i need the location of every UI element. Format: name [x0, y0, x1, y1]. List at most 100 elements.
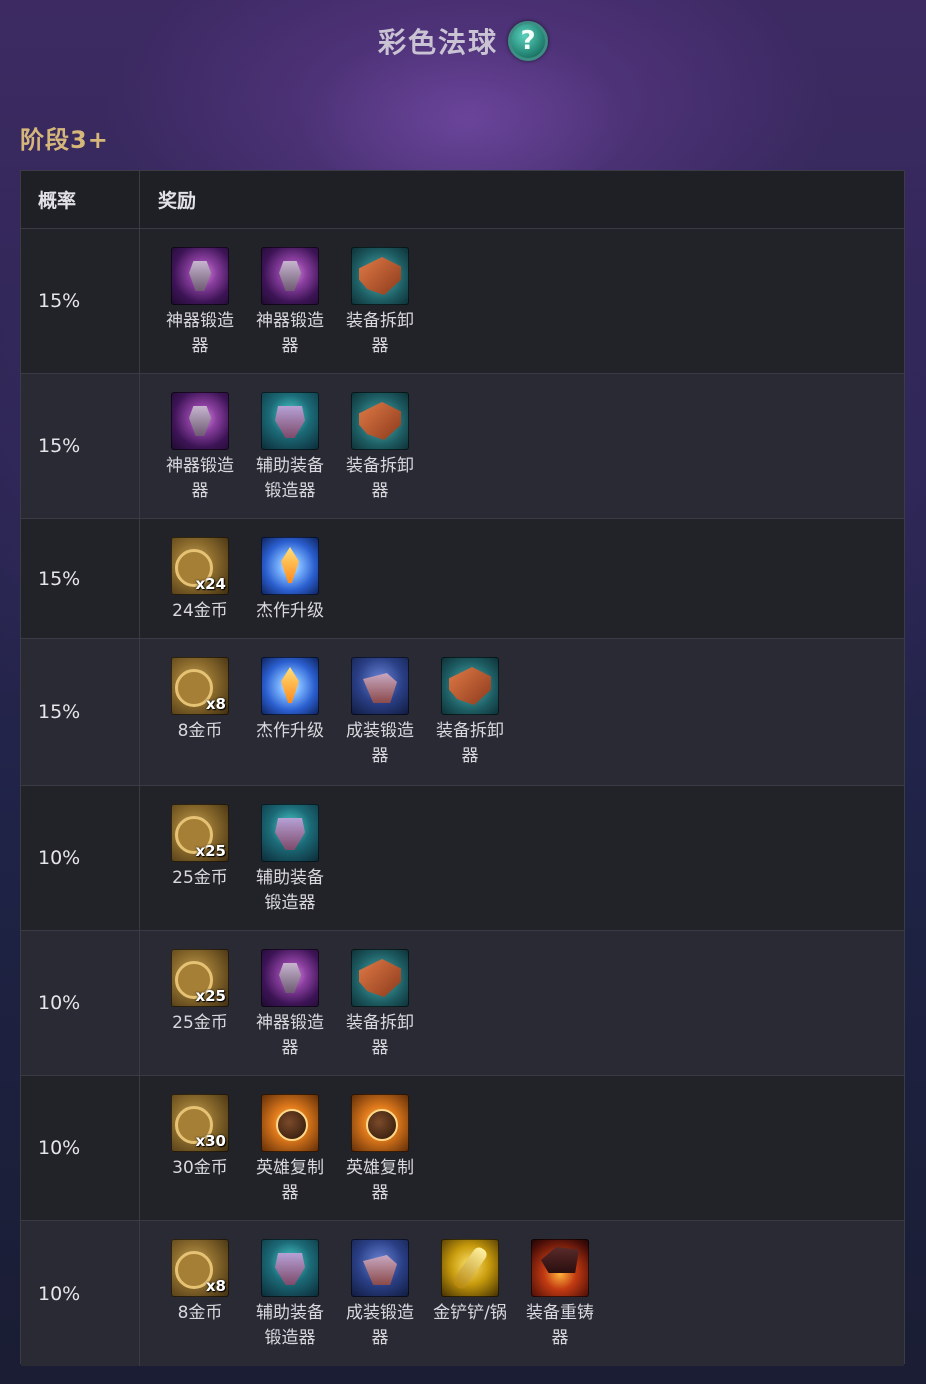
gold-coins-icon[interactable]: x24 — [171, 537, 229, 595]
reward-item[interactable]: 辅助装备 锻造器 — [245, 804, 335, 916]
reward-item[interactable]: x25 25金币 — [155, 804, 245, 891]
artifact-anvil-icon[interactable] — [171, 392, 229, 450]
reward-label: 神器锻造 器 — [256, 311, 324, 356]
gold-coins-icon[interactable]: x30 — [171, 1094, 229, 1152]
rate-cell: 15% — [21, 374, 140, 518]
item-remover-icon[interactable] — [441, 657, 499, 715]
support-anvil-icon[interactable] — [261, 1239, 319, 1297]
reward-item[interactable]: 金铲铲/锅 — [425, 1239, 515, 1326]
reward-label: 装备拆卸 器 — [346, 1013, 414, 1058]
reward-label: 神器锻造 器 — [166, 311, 234, 356]
reward-label: 30金币 — [172, 1158, 228, 1178]
reward-item[interactable]: x30 30金币 — [155, 1094, 245, 1181]
header-reward: 奖励 — [158, 190, 197, 212]
rate-cell: 10% — [21, 1076, 140, 1220]
reward-cell: x24 24金币 杰作升级 — [140, 519, 904, 638]
reward-label: 装备拆卸 器 — [346, 311, 414, 356]
reward-label: 25金币 — [172, 1013, 228, 1033]
reward-item[interactable]: 神器锻造 器 — [155, 392, 245, 504]
reward-item[interactable]: 神器锻造 器 — [155, 247, 245, 359]
masterwork-upgrade-icon[interactable] — [261, 537, 319, 595]
reward-cell: 神器锻造 器辅助装备 锻造器 装备拆卸 器 — [140, 374, 904, 518]
item-remover-icon[interactable] — [351, 949, 409, 1007]
table-body: 15% 神器锻造 器神器锻造 器装备拆卸 器 15% 神器锻造 器辅助装备 锻造器 装备… — [21, 229, 904, 1366]
reward-table: 概率 奖励 15% 神器锻造 器神器锻造 器装备拆卸 器 15% 神器锻造 器辅助装备… — [20, 170, 905, 1366]
reward-item[interactable]: 装备拆卸 器 — [335, 949, 425, 1061]
artifact-anvil-icon[interactable] — [261, 247, 319, 305]
quantity-badge: x25 — [195, 842, 226, 860]
reward-label: 英雄复制 器 — [256, 1158, 324, 1203]
quantity-badge: x25 — [195, 987, 226, 1005]
reward-item[interactable]: 杰作升级 — [245, 537, 335, 624]
reward-label: 8金币 — [177, 1303, 223, 1323]
reward-item[interactable]: 辅助装备 锻造器 — [245, 392, 335, 504]
reward-item[interactable]: 装备拆卸 器 — [335, 392, 425, 504]
reward-item[interactable]: 神器锻造 器 — [245, 247, 335, 359]
reward-item[interactable]: x8 8金币 — [155, 657, 245, 744]
reward-cell: 神器锻造 器神器锻造 器装备拆卸 器 — [140, 229, 904, 373]
header-rate: 概率 — [21, 171, 140, 228]
reward-cell: x8 8金币 杰作升级 成装锻造 器装备拆卸 器 — [140, 639, 904, 785]
reward-label: 神器锻造 器 — [256, 1013, 324, 1058]
reward-label: 杰作升级 — [256, 721, 324, 741]
completed-anvil-icon[interactable] — [351, 657, 409, 715]
table-row: 15% x8 8金币 杰作升级 成装锻造 器装备拆卸 器 — [21, 639, 904, 786]
rate-cell: 10% — [21, 1221, 140, 1366]
reward-item[interactable]: x25 25金币 — [155, 949, 245, 1036]
reward-item[interactable]: 成装锻造 器 — [335, 1239, 425, 1351]
quantity-badge: x8 — [205, 695, 226, 713]
rate-cell: 10% — [21, 786, 140, 930]
page-header: 彩色法球 ? — [0, 18, 926, 64]
completed-anvil-icon[interactable] — [351, 1239, 409, 1297]
reward-label: 金铲铲/锅 — [433, 1303, 507, 1323]
rate-cell: 10% — [21, 931, 140, 1075]
support-anvil-icon[interactable] — [261, 804, 319, 862]
reward-label: 24金币 — [172, 601, 228, 621]
table-row: 15% x24 24金币 杰作升级 — [21, 519, 904, 639]
rate-cell: 15% — [21, 229, 140, 373]
reward-item[interactable]: 杰作升级 — [245, 657, 335, 744]
reward-cell: x25 25金币 神器锻造 器装备拆卸 器 — [140, 931, 904, 1075]
gold-coins-icon[interactable]: x25 — [171, 949, 229, 1007]
reward-label: 成装锻造 器 — [346, 721, 414, 766]
artifact-anvil-icon[interactable] — [171, 247, 229, 305]
reward-cell: x30 30金币 英雄复制 器英雄复制 器 — [140, 1076, 904, 1220]
gold-coins-icon[interactable]: x8 — [171, 657, 229, 715]
reward-item[interactable]: 辅助装备 锻造器 — [245, 1239, 335, 1351]
stage-label: 阶段3+ — [20, 126, 109, 154]
masterwork-upgrade-icon[interactable] — [261, 657, 319, 715]
table-row: 15% 神器锻造 器神器锻造 器装备拆卸 器 — [21, 229, 904, 374]
reward-item[interactable]: 装备拆卸 器 — [335, 247, 425, 359]
reforger-icon[interactable] — [531, 1239, 589, 1297]
reward-item[interactable]: 英雄复制 器 — [245, 1094, 335, 1206]
champion-duplicator-icon[interactable] — [351, 1094, 409, 1152]
gold-coins-icon[interactable]: x8 — [171, 1239, 229, 1297]
table-header: 概率 奖励 — [21, 171, 904, 229]
reward-item[interactable]: x24 24金币 — [155, 537, 245, 624]
reward-item[interactable]: 成装锻造 器 — [335, 657, 425, 769]
reward-item[interactable]: x8 8金币 — [155, 1239, 245, 1326]
support-anvil-icon[interactable] — [261, 392, 319, 450]
quantity-badge: x24 — [195, 575, 226, 593]
reward-label: 神器锻造 器 — [166, 456, 234, 501]
item-remover-icon[interactable] — [351, 392, 409, 450]
golden-spatula-icon[interactable] — [441, 1239, 499, 1297]
table-row: 10% x30 30金币 英雄复制 器英雄复制 器 — [21, 1076, 904, 1221]
reward-label: 杰作升级 — [256, 601, 324, 621]
reward-label: 成装锻造 器 — [346, 1303, 414, 1348]
reward-label: 装备拆卸 器 — [346, 456, 414, 501]
artifact-anvil-icon[interactable] — [261, 949, 319, 1007]
reward-label: 辅助装备 锻造器 — [256, 868, 324, 913]
reward-item[interactable]: 装备拆卸 器 — [425, 657, 515, 769]
table-row: 15% 神器锻造 器辅助装备 锻造器 装备拆卸 器 — [21, 374, 904, 519]
reward-cell: x25 25金币 辅助装备 锻造器 — [140, 786, 904, 930]
reward-item[interactable]: 神器锻造 器 — [245, 949, 335, 1061]
help-icon[interactable]: ? — [508, 21, 548, 61]
gold-coins-icon[interactable]: x25 — [171, 804, 229, 862]
champion-duplicator-icon[interactable] — [261, 1094, 319, 1152]
reward-item[interactable]: 装备重铸 器 — [515, 1239, 605, 1351]
reward-item[interactable]: 英雄复制 器 — [335, 1094, 425, 1206]
item-remover-icon[interactable] — [351, 247, 409, 305]
page-title: 彩色法球 — [377, 26, 498, 59]
table-row: 10% x25 25金币 辅助装备 锻造器 — [21, 786, 904, 931]
